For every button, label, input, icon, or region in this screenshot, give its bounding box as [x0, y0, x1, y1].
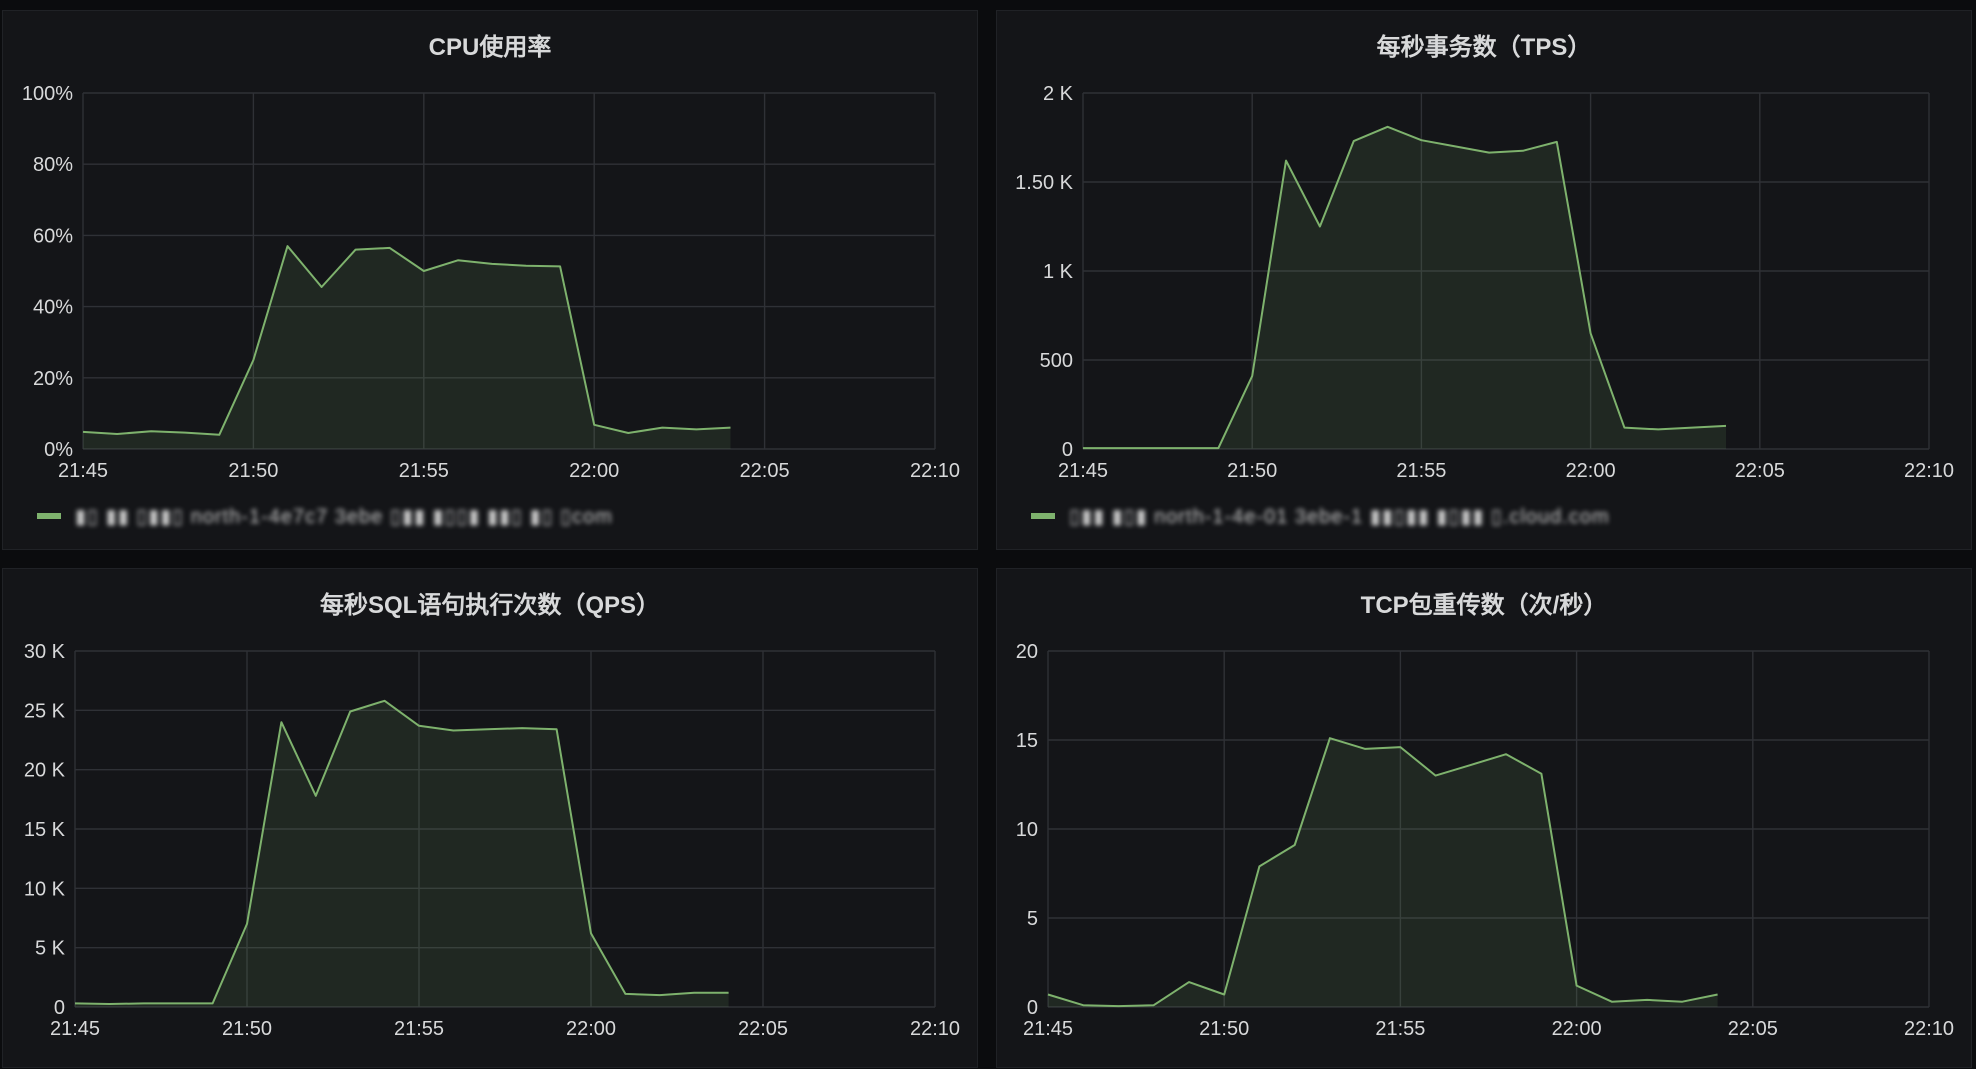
y-tick-label: 1 K [1043, 261, 1074, 283]
legend[interactable]: ▯▮▮ ▮▯▮ north-1-4e-01 3ebe-1 ▮▮▯▮▮ ▮▯▮▮ … [1031, 505, 1610, 528]
x-tick-label: 21:50 [1199, 1018, 1249, 1040]
legend-label-blurred: ▮▯ ▮▮ ▯▮▮▯ north-1-4e7c7 3ebe ▯▮▮ ▮▯▯▮ ▮… [75, 505, 613, 528]
y-tick-label: 20 K [24, 760, 66, 782]
x-tick-label: 22:05 [1735, 460, 1785, 482]
x-tick-label: 21:55 [1396, 460, 1446, 482]
y-tick-label: 500 [1040, 350, 1073, 372]
series-area [1083, 126, 1726, 450]
x-tick-label: 22:00 [1552, 1018, 1602, 1040]
chart-qps: 0 5 K 10 K 15 K 20 K 25 K 30 K 21:45 21:50 21:55 2… [24, 641, 960, 1040]
y-tick-label: 0 [54, 997, 65, 1019]
y-tick-label: 5 [1027, 908, 1038, 930]
panel-cpu-usage: CPU使用率 0% 20% 40% 60% 80% 100% 21:45 21:50 21:55… [2, 10, 978, 550]
y-tick-label: 0% [44, 439, 73, 461]
x-tick-label: 21:45 [58, 460, 108, 482]
y-tick-label: 5 K [35, 938, 66, 960]
series-area [1048, 738, 1718, 1007]
x-tick-label: 22:00 [566, 1018, 616, 1040]
x-tick-label: 21:50 [228, 460, 278, 482]
y-tick-label: 1.50 K [1015, 172, 1073, 194]
x-tick-label: 21:55 [394, 1018, 444, 1040]
x-tick-label: 22:10 [910, 460, 960, 482]
y-tick-label: 20% [33, 368, 73, 390]
x-tick-label: 21:55 [1375, 1018, 1425, 1040]
x-tick-label: 21:45 [1023, 1018, 1073, 1040]
y-tick-label: 40% [33, 297, 73, 319]
legend-swatch [37, 513, 61, 519]
y-tick-label: 2 K [1043, 83, 1074, 105]
y-tick-label: 20 [1016, 641, 1038, 663]
x-tick-label: 22:10 [1904, 1018, 1954, 1040]
y-tick-label: 25 K [24, 700, 66, 722]
y-tick-label: 15 [1016, 730, 1038, 752]
chart-cpu-usage: 0% 20% 40% 60% 80% 100% 21:45 21:50 21:55 22:00 22… [22, 83, 960, 482]
x-tick-label: 21:45 [1058, 460, 1108, 482]
legend[interactable]: ▮▯ ▮▮ ▯▮▮▯ north-1-4e7c7 3ebe ▯▮▮ ▮▯▯▮ ▮… [37, 505, 613, 528]
series-area [75, 700, 729, 1007]
x-tick-label: 21:45 [50, 1018, 100, 1040]
y-tick-label: 10 [1016, 819, 1038, 841]
chart-tps: 0 500 1 K 1.50 K 2 K 21:45 21:50 21:55 22:00 22:0… [1015, 83, 1954, 482]
legend-label-blurred: ▯▮▮ ▮▯▮ north-1-4e-01 3ebe-1 ▮▮▯▮▮ ▮▯▮▮ … [1069, 505, 1610, 528]
x-tick-label: 22:00 [569, 460, 619, 482]
series-area [83, 246, 731, 449]
y-tick-label: 10 K [24, 878, 66, 900]
y-tick-label: 80% [33, 154, 73, 176]
y-tick-label: 0 [1062, 439, 1073, 461]
legend-swatch [1031, 513, 1055, 519]
x-tick-label: 22:10 [1904, 460, 1954, 482]
y-tick-label: 100% [22, 83, 73, 105]
chart-tcp-retransmits: 0 5 10 15 20 21:45 21:50 21:55 22:00 22:05 22:10 [1016, 641, 1954, 1040]
y-tick-label: 0 [1027, 997, 1038, 1019]
x-tick-label: 22:05 [740, 460, 790, 482]
x-tick-label: 22:10 [910, 1018, 960, 1040]
y-tick-label: 15 K [24, 819, 66, 841]
x-tick-label: 21:55 [399, 460, 449, 482]
y-tick-label: 60% [33, 225, 73, 247]
panel-tps: 每秒事务数（TPS） 0 500 1 K 1.50 K2 K 21:45 21:50 21:… [996, 10, 1972, 550]
x-tick-label: 22:00 [1566, 460, 1616, 482]
x-tick-label: 22:05 [738, 1018, 788, 1040]
x-tick-label: 22:05 [1728, 1018, 1778, 1040]
x-tick-label: 21:50 [1227, 460, 1277, 482]
y-tick-label: 30 K [24, 641, 66, 663]
panel-qps: 每秒SQL语句执行次数（QPS） 05 K 10 K 15 K 20 K 25 K 30 … [2, 568, 978, 1068]
panel-tcp-retransmits: TCP包重传数（次/秒） 0 5 10 15 20 21:45 21:50 21:55 22:0… [996, 568, 1972, 1068]
x-tick-label: 21:50 [222, 1018, 272, 1040]
